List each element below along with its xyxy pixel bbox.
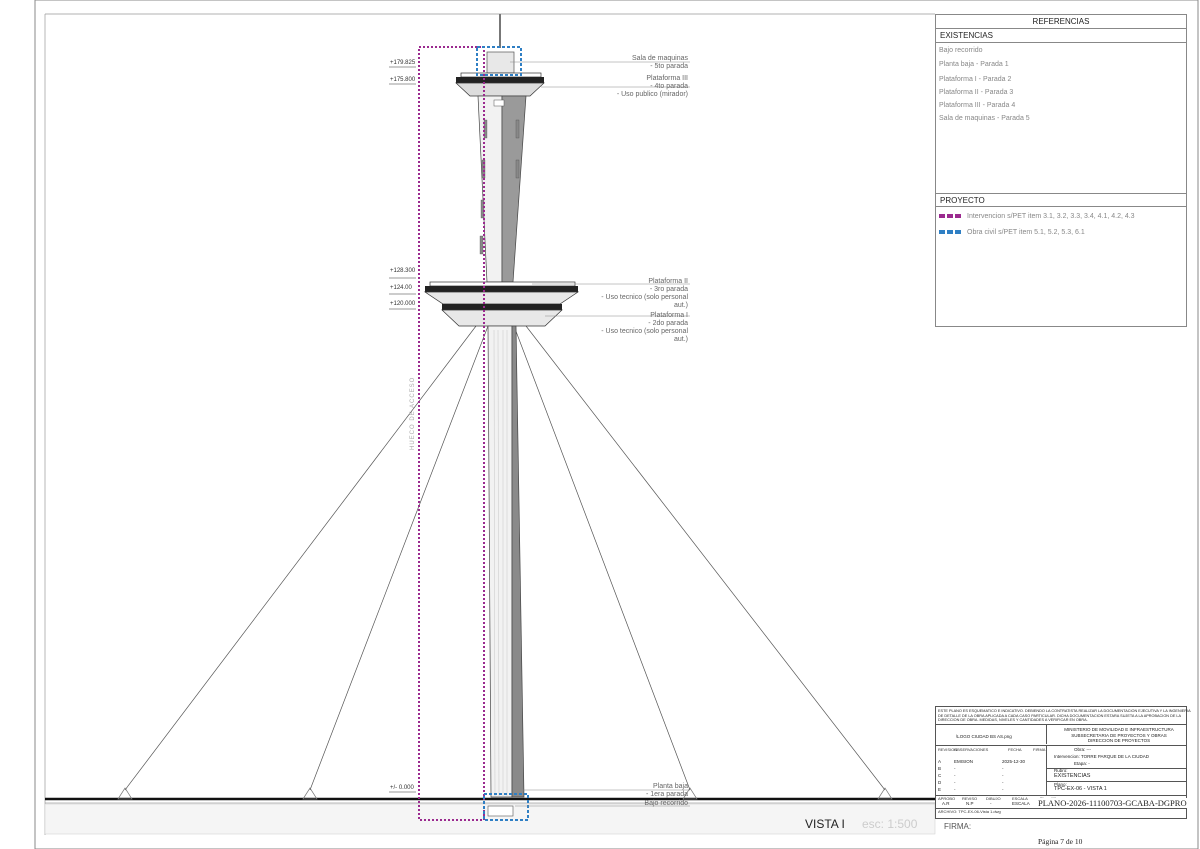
base-detail: [487, 805, 514, 817]
fecha-header: FECHA: [1008, 747, 1022, 752]
existencias-item: Plataforma III - Parada 4: [939, 102, 1016, 109]
rev-e-obs: -: [954, 787, 956, 792]
rev-d: D: [938, 780, 942, 785]
rev-c-date: -: [1002, 773, 1004, 778]
dibujo-label: DIBUJO: [986, 796, 1001, 801]
upper-shaft: [477, 95, 527, 283]
callout-bajo-recorrido: Bajo recorrido: [644, 800, 688, 807]
rev-b: B: [938, 766, 942, 771]
callout-plataforma-iii: Plataforma III - 4to parada - Uso publico …: [616, 75, 688, 98]
rev-e: E: [938, 787, 942, 792]
level-ground: +/- 0.000: [390, 785, 414, 791]
references-panel: REFERENCIAS EXISTENCIAS Bajo recorrido P…: [935, 14, 1187, 327]
existencias-title: EXISTENCIAS: [936, 29, 1186, 43]
escala-value: ESCALA: [1012, 801, 1030, 806]
rev-a-date: 2025-12-30: [1002, 759, 1026, 764]
callout-sala-maquinas: Sala de maquinas - 5to parada: [631, 55, 688, 70]
rev-b-obs: -: [954, 766, 956, 771]
rev-c: C: [938, 773, 942, 778]
rev-c-obs: -: [954, 773, 956, 778]
existencias-item: Plataforma I - Parada 2: [939, 76, 1012, 83]
blue-legend-swatch: [939, 230, 945, 235]
plano-id: PLANO-2026-11100703-GCABA-DGPRO: [1038, 798, 1187, 808]
ministry-block: MINISTERIO DE MOVILIDAD E INFRAESTRUCTUR…: [1064, 727, 1174, 743]
reviso-value: N.P: [966, 801, 974, 806]
platform-iii: [455, 72, 545, 97]
intervention-zone-outline: [418, 46, 485, 821]
disclaimer: ESTE PLANO ES ESQUEMATICO E INDICATIVO. …: [938, 709, 1191, 723]
references-title: REFERENCIAS: [936, 15, 1186, 29]
archivo: ARCHIVO: TPC-EX-06-Vista 1.dwg: [938, 809, 1001, 814]
existencias-item: Bajo recorrido: [939, 47, 983, 54]
plano-value: TPC-EX-06 - VISTA 1: [1054, 786, 1107, 792]
callout-planta-baja: Planta baja - 1era parada: [645, 783, 688, 798]
level-120000: +120.000: [390, 301, 416, 307]
purple-legend-swatch: [939, 214, 945, 219]
lower-shaft: [487, 325, 525, 798]
rev-d-date: -: [1002, 780, 1004, 785]
level-175800: +175.800: [390, 77, 416, 83]
rev-a: A: [938, 759, 942, 764]
view-title: VISTA I: [805, 817, 845, 831]
logo-placeholder: \LOGO CIUDAD BS AS.png: [956, 734, 1012, 739]
level-124000: +124.00: [390, 285, 412, 291]
existencias-item: Plataforma II - Parada 3: [939, 89, 1014, 96]
callout-plataforma-ii: Plataforma II - 3ro parada - Uso tecnico (…: [601, 278, 688, 309]
level-128300: +128.300: [390, 268, 416, 274]
existencias-item: Sala de maquinas - Parada 5: [939, 115, 1030, 122]
rubro-value: EXISTENCIAS: [1054, 773, 1091, 779]
etapa-row: Etapa: -: [1074, 761, 1090, 766]
obra-row: Obra: ---: [1074, 747, 1092, 752]
intervencion-row: Intervencion: TORRE PARQUE DE LA CIUDAD: [1054, 754, 1150, 759]
machine-room: [486, 51, 515, 74]
proyecto-item-obra-civil: Obra civil s/PET item 5.1, 5.2, 5.3, 6.1: [939, 229, 1085, 236]
level-179825: +179.825: [390, 60, 416, 66]
obs-header: OBSERVACIONES: [954, 747, 989, 752]
ground-line: [44, 797, 936, 835]
callout-leaders: [510, 61, 690, 807]
shaft-label: HUECO DE ACCESO: [410, 377, 416, 450]
firma-header: FIRMA: [1033, 747, 1046, 752]
aprobo-value: A.R: [942, 801, 950, 806]
callout-plataforma-i: Plataforma I- 2do parada - Uso tecnico (s…: [601, 312, 688, 343]
proyecto-title: PROYECTO: [936, 193, 1186, 207]
proyecto-item-intervencion: Intervencion s/PET item 3.1, 3.2, 3.3, 3…: [939, 213, 1135, 220]
dibujo-value: -: [990, 801, 992, 806]
firma-label: FIRMA:: [944, 822, 972, 831]
existencias-item: Planta baja - Parada 1: [939, 61, 1009, 68]
rev-b-date: -: [1002, 766, 1004, 771]
platform-i: [441, 304, 563, 327]
rev-d-obs: -: [954, 780, 956, 785]
platform-ii: [423, 281, 580, 305]
rev-e-date: -: [1002, 787, 1004, 792]
rev-a-obs: EMISION: [954, 759, 974, 764]
title-block: ESTE PLANO ES ESQUEMATICO E INDICATIVO. …: [935, 706, 1191, 819]
page-number: Página 7 de 10: [1038, 837, 1083, 846]
view-scale: esc: 1:500: [862, 817, 918, 831]
